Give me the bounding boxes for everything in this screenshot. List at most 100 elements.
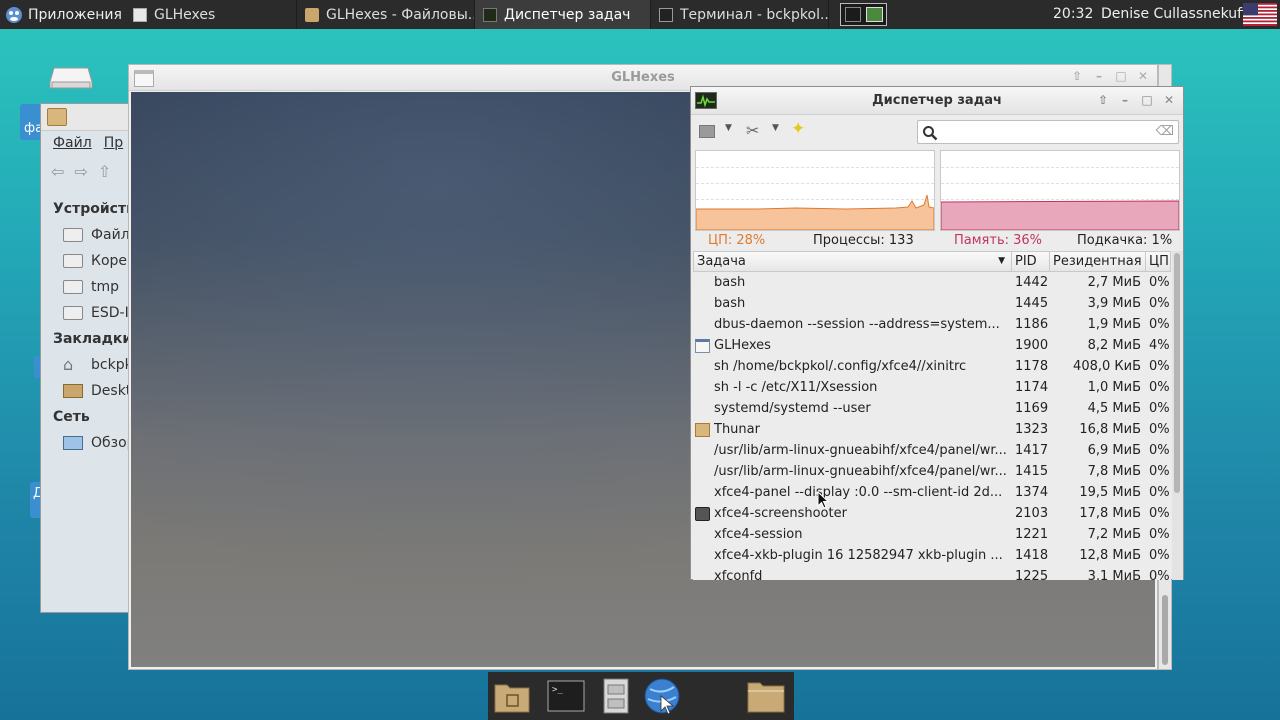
column-header-rss[interactable]: Резидентная (1050, 252, 1146, 271)
forward-arrow-icon[interactable]: ⇨ (74, 162, 97, 181)
process-row[interactable]: /usr/lib/arm-linux-gnueabihf/xfce4/panel… (693, 462, 1171, 483)
task-manager-titlebar[interactable]: Диспетчер задач ⇧ – □ ✕ (691, 87, 1183, 115)
up-arrow-icon[interactable]: ⇧ (98, 162, 121, 181)
sidebar-section-bookmarks: Закладки (53, 331, 133, 347)
close-icon[interactable]: ✕ (1135, 69, 1151, 83)
process-row[interactable]: xfce4-xkb-plugin 16 12582947 xkb-plugin … (693, 546, 1171, 567)
web-browser-icon[interactable] (642, 677, 682, 715)
process-cpu: 0% (1149, 317, 1170, 332)
process-row[interactable]: systemd/systemd --user 1169 4,5 МиБ 0% (693, 399, 1171, 420)
folder-icon[interactable] (746, 677, 786, 715)
home-folder-icon[interactable] (492, 677, 532, 715)
process-row[interactable]: xfce4-session 1221 7,2 МиБ 0% (693, 525, 1171, 546)
process-row[interactable]: xfce4-panel --display :0.0 --sm-client-i… (693, 483, 1171, 504)
star-icon[interactable]: ✦ (791, 119, 805, 139)
process-list-scrollbar[interactable] (1172, 251, 1183, 580)
process-name: bash (714, 275, 746, 290)
view-mode-icon[interactable] (699, 125, 715, 138)
sidebar-item-esd[interactable]: ESD-I (41, 300, 141, 326)
process-rss: 408,0 КиБ (1073, 359, 1141, 374)
drive-icon[interactable] (48, 66, 94, 90)
minimize-icon[interactable]: – (1091, 69, 1107, 83)
process-name: Thunar (714, 422, 760, 437)
search-input[interactable]: ⌫ (917, 120, 1179, 144)
chevron-down-icon[interactable]: ▼ (772, 123, 779, 133)
folder-icon (695, 423, 710, 437)
terminal-icon[interactable]: >_ (546, 677, 586, 715)
process-count: Процессы: 133 (813, 233, 914, 248)
taskbar-item-glhexes[interactable]: GLHexes (125, 0, 297, 29)
process-row[interactable]: bash 1442 2,7 МиБ 0% (693, 273, 1171, 294)
mouse-cursor-icon (817, 491, 829, 509)
column-header-cpu[interactable]: ЦП (1146, 252, 1172, 271)
column-header-pid[interactable]: PID (1012, 252, 1050, 271)
minimize-icon[interactable]: – (1117, 93, 1133, 107)
sidebar-item-tmp[interactable]: tmp (41, 274, 141, 300)
process-row[interactable]: /usr/lib/arm-linux-gnueabihf/xfce4/panel… (693, 441, 1171, 462)
sidebar-item-filesystem[interactable]: Файл (41, 222, 141, 248)
sidebar-item-home[interactable]: ⌂ bckpk (41, 352, 141, 378)
desktop-icon-label-selected[interactable]: фа (20, 104, 43, 140)
process-cpu: 0% (1149, 506, 1170, 521)
process-rss: 2,7 МиБ (1087, 275, 1141, 290)
window-controls: ⇧ – □ ✕ (1069, 69, 1151, 83)
process-row[interactable]: sh /home/bckpkol/.config/xfce4//xinitrc 1… (693, 357, 1171, 378)
drive-icon (63, 228, 83, 242)
taskbar-item-task-manager[interactable]: Диспетчер задач (475, 0, 651, 29)
process-row[interactable]: bash 1445 3,9 МиБ 0% (693, 294, 1171, 315)
menu-file[interactable]: Файл (53, 135, 92, 151)
process-name: xfce4-session (714, 527, 803, 542)
file-manager-titlebar[interactable] (41, 104, 139, 131)
memory-graph-plot (941, 200, 1179, 230)
file-cabinet-icon[interactable] (596, 677, 636, 715)
process-pid: 1221 (1015, 527, 1049, 542)
sidebar-item-desktop[interactable]: Deskt (41, 378, 141, 404)
taskbar-item-label: Терминал - bckpkol... (680, 6, 829, 23)
chevron-down-icon[interactable]: ▼ (725, 123, 732, 133)
file-manager-menubar: Файл Пр (53, 135, 123, 151)
process-pid: 1186 (1015, 317, 1049, 332)
clear-search-icon[interactable]: ⌫ (1156, 124, 1174, 139)
applications-menu-button[interactable]: Приложения (0, 0, 130, 29)
process-pid: 1174 (1015, 380, 1049, 395)
process-row[interactable]: Thunar 1323 16,8 МиБ 0% (693, 420, 1171, 441)
process-cpu: 0% (1149, 380, 1170, 395)
close-icon[interactable]: ✕ (1161, 93, 1177, 107)
menu-edit[interactable]: Пр (104, 135, 123, 151)
workspace-active-thumb (866, 7, 883, 22)
shade-icon[interactable]: ⇧ (1069, 69, 1085, 83)
sort-down-icon: ▼ (998, 256, 1005, 266)
maximize-icon[interactable]: □ (1113, 69, 1129, 83)
window-icon (134, 70, 154, 87)
folder-icon (305, 7, 319, 22)
back-arrow-icon[interactable]: ⇦ (51, 162, 74, 181)
process-row[interactable]: xfconfd 1225 3,1 МиБ 0% (693, 567, 1171, 580)
task-manager-icon (695, 92, 717, 109)
scrollbar-thumb[interactable] (1174, 253, 1180, 493)
drive-icon (63, 306, 83, 320)
settings-tools-icon[interactable]: ✂ (746, 121, 759, 140)
workspace-switcher[interactable] (840, 3, 887, 26)
sidebar-item-label: Файл (91, 227, 130, 243)
maximize-icon[interactable]: □ (1139, 93, 1155, 107)
shade-icon[interactable]: ⇧ (1095, 93, 1111, 107)
taskbar-item-terminal[interactable]: Терминал - bckpkol... (651, 0, 829, 29)
sidebar-item-root[interactable]: Корен (41, 248, 141, 274)
window-icon (133, 7, 147, 22)
clock[interactable]: 20:32 (1053, 0, 1093, 29)
us-flag-icon[interactable] (1243, 3, 1277, 26)
process-pid: 1374 (1015, 485, 1049, 500)
sidebar-item-browse-network[interactable]: Обзор (41, 430, 141, 456)
column-header-task[interactable]: Задача ▼ (694, 252, 1012, 271)
process-row[interactable]: dbus-daemon --session --address=system..… (693, 315, 1171, 336)
taskbar-item-file-manager[interactable]: GLHexes - Файловы... (297, 0, 475, 29)
column-header-label: Задача (697, 254, 746, 269)
process-rss: 7,2 МиБ (1087, 527, 1141, 542)
process-row[interactable]: GLHexes 1900 8,2 МиБ 4% (693, 336, 1171, 357)
user-name[interactable]: Denise Cullassnekuff (1101, 0, 1247, 29)
taskbar-item-label: Диспетчер задач (504, 6, 631, 23)
process-row[interactable]: xfce4-screenshooter 2103 17,8 МиБ 0% (693, 504, 1171, 525)
process-row[interactable]: sh -l -c /etc/X11/Xsession 1174 1,0 МиБ 0% (693, 378, 1171, 399)
scrollbar-thumb[interactable] (1162, 595, 1168, 665)
sidebar-item-label: ESD-I (91, 305, 129, 321)
